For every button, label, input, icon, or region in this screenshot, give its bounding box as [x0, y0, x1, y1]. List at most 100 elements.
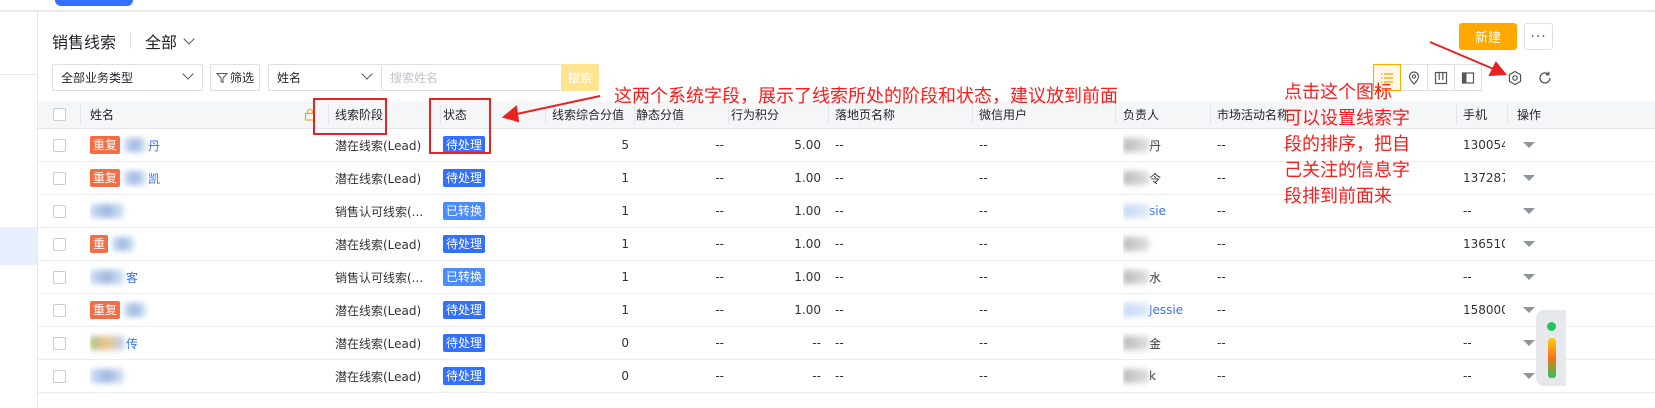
landing-cell: -- — [835, 369, 844, 383]
more-button[interactable]: ··· — [1524, 23, 1553, 50]
owner-name: 金 — [1149, 336, 1162, 351]
redacted-owner — [1123, 171, 1149, 185]
table-row[interactable]: 潜在线索(Lead) 待处理 0 -- -- -- -- k -- -- — [38, 360, 1655, 393]
search-input[interactable] — [382, 64, 562, 91]
split-panel-icon — [1461, 71, 1475, 84]
column-settings-button[interactable] — [1505, 68, 1525, 88]
row-select[interactable] — [38, 228, 80, 260]
landing-cell: -- — [835, 237, 844, 251]
row-actions-dropdown[interactable] — [1523, 307, 1535, 313]
actions-cell[interactable] — [1514, 162, 1544, 194]
row-select[interactable] — [38, 327, 80, 359]
phone-cell: -- — [1463, 204, 1472, 218]
table-row[interactable]: 重复凯潜在线索(Lead)待处理1--1.00----令--1372878 — [38, 162, 1655, 195]
row-select[interactable] — [38, 294, 80, 326]
view-label: 全部 — [145, 33, 178, 52]
owner-column-header[interactable]: 负责人 — [1123, 101, 1208, 128]
stage-cell: 潜在线索(Lead) — [335, 336, 422, 351]
search-button[interactable]: 搜索 — [561, 64, 599, 91]
score-cell: 1 — [621, 204, 629, 218]
biz-type-select[interactable]: 全部业务类型 — [52, 64, 203, 91]
name-cell: 传 — [90, 327, 320, 359]
column-divider[interactable] — [1210, 105, 1211, 124]
redacted-owner — [1123, 303, 1149, 317]
actions-cell[interactable] — [1514, 228, 1544, 260]
top-tab-indicator — [55, 0, 133, 6]
row-actions-dropdown[interactable] — [1523, 274, 1535, 280]
search-field-label: 姓名 — [277, 71, 302, 85]
table-row[interactable]: 重复 潜在线索(Lead) 待处理 1 -- 1.00 -- -- Jessie -- 158000… — [38, 294, 1655, 327]
actions-column-header[interactable]: 操作 — [1514, 101, 1544, 128]
floating-side-widget[interactable] — [1536, 310, 1566, 386]
landing-cell: -- — [835, 303, 844, 317]
table-row[interactable]: 销售认可线索(... 已转换 1 -- 1.00 -- -- sie -- -- — [38, 195, 1655, 228]
redacted-owner — [1123, 204, 1149, 218]
row-checkbox[interactable] — [52, 369, 66, 383]
lead-name-link[interactable]: 丹 — [148, 137, 160, 154]
lead-name-link[interactable]: 凯 — [148, 170, 160, 187]
table-row[interactable]: 传 潜在线索(Lead) 待处理 0 -- -- -- -- 金 -- -- — [38, 327, 1655, 360]
landing-cell: -- — [835, 204, 844, 218]
row-actions-dropdown[interactable] — [1523, 175, 1535, 181]
table-row[interactable]: 重 潜在线索(Lead) 待处理 1 -- 1.00 -- -- -- 1365108 — [38, 228, 1655, 261]
column-divider[interactable] — [1507, 105, 1508, 124]
row-actions-dropdown[interactable] — [1523, 142, 1535, 148]
redacted-name — [124, 303, 147, 317]
refresh-button[interactable] — [1535, 68, 1555, 88]
redacted-owner — [1123, 336, 1149, 350]
row-checkbox[interactable] — [52, 171, 66, 185]
owner-name[interactable]: sie — [1149, 204, 1166, 218]
name-cell: 客 — [90, 261, 320, 293]
row-actions-dropdown[interactable] — [1523, 241, 1535, 247]
annotation-right-note: 点击这个图标 可以设置线索字 段的排序，把自 己关注的信息字 段排到前面来 — [1284, 80, 1410, 210]
row-checkbox[interactable] — [52, 138, 66, 152]
row-checkbox[interactable] — [52, 237, 66, 251]
row-checkbox[interactable] — [52, 270, 66, 284]
actions-cell[interactable] — [1514, 195, 1544, 227]
owner-name: 丹 — [1149, 138, 1162, 153]
name-cell: 重复 凯 — [90, 162, 320, 194]
actions-cell[interactable] — [1514, 129, 1544, 161]
row-checkbox[interactable] — [52, 204, 66, 218]
header-select-all[interactable] — [38, 101, 80, 128]
name-column-header[interactable]: 姓名 — [90, 101, 320, 128]
new-button[interactable]: 新建 — [1459, 23, 1517, 50]
filter-button[interactable]: 筛选 — [210, 64, 260, 91]
owner-name[interactable]: Jessie — [1149, 303, 1183, 317]
nav-item-selected[interactable] — [0, 227, 37, 265]
table-row[interactable]: 重复丹潜在线索(Lead)待处理5--5.00----丹--1300541 — [38, 129, 1655, 162]
column-divider[interactable] — [545, 105, 546, 124]
row-actions-dropdown[interactable] — [1523, 373, 1535, 379]
lead-name-link[interactable]: 传 — [126, 335, 138, 352]
row-actions-dropdown[interactable] — [1523, 208, 1535, 214]
search-field-select[interactable]: 姓名 — [268, 64, 382, 91]
select-all-checkbox[interactable] — [52, 108, 66, 121]
split-view-button[interactable] — [1454, 64, 1482, 91]
row-select[interactable] — [38, 360, 80, 392]
phone-cell: -- — [1463, 270, 1472, 284]
row-actions-dropdown[interactable] — [1523, 340, 1535, 346]
behavior-cell: -- — [812, 336, 821, 350]
column-divider[interactable] — [1456, 105, 1457, 124]
wechat-cell: -- — [979, 369, 988, 383]
table-row[interactable]: 客 销售认可线索(... 已转换 1 -- 1.00 -- -- 水 -- -- — [38, 261, 1655, 294]
redacted-name — [112, 237, 135, 251]
name-cell: 重复 — [90, 294, 320, 326]
phone-column-header[interactable]: 手机 — [1463, 101, 1505, 128]
row-select[interactable] — [38, 129, 80, 161]
row-select[interactable] — [38, 195, 80, 227]
view-selector[interactable]: 全部 — [145, 29, 195, 53]
campaign-cell: -- — [1217, 369, 1226, 383]
status-badge: 待处理 — [443, 334, 486, 352]
row-checkbox[interactable] — [52, 303, 66, 317]
row-select[interactable] — [38, 162, 80, 194]
lead-name-link[interactable]: 客 — [126, 269, 138, 286]
column-divider[interactable] — [80, 105, 81, 124]
kanban-view-button[interactable] — [1427, 64, 1455, 91]
phone-cell: 1365108 — [1463, 237, 1505, 251]
actions-cell[interactable] — [1514, 261, 1544, 293]
chevron-down-icon — [183, 33, 195, 45]
row-checkbox[interactable] — [52, 336, 66, 350]
row-select[interactable] — [38, 261, 80, 293]
owner-cell: sie — [1123, 195, 1208, 227]
